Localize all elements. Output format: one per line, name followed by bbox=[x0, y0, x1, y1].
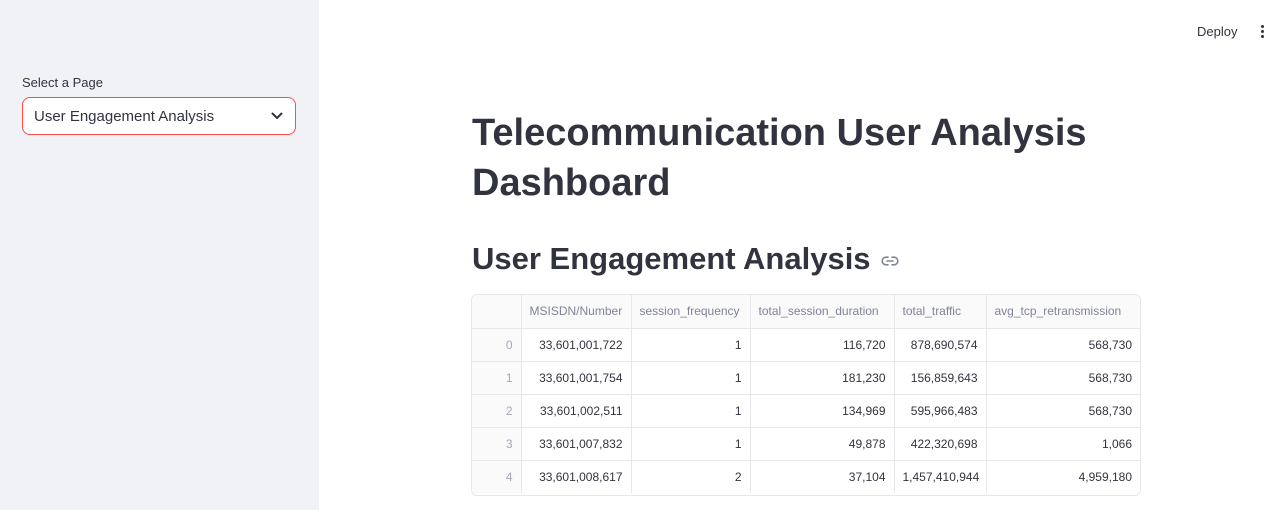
table-cell[interactable]: 33,601,007,832 bbox=[521, 427, 632, 461]
table-cell[interactable]: 2 bbox=[631, 460, 751, 493]
table-cell[interactable]: 1 bbox=[631, 394, 751, 428]
table-cell[interactable]: 568,730 bbox=[986, 361, 1140, 395]
column-header-msisdn[interactable]: MSISDN/Number bbox=[521, 295, 632, 329]
table-row: 2 33,601,002,511 1 134,969 595,966,483 5… bbox=[472, 394, 1140, 428]
page-select-value: User Engagement Analysis bbox=[34, 107, 215, 125]
table-cell[interactable]: 49,878 bbox=[750, 427, 895, 461]
column-header-total-session-duration[interactable]: total_session_duration bbox=[750, 295, 895, 329]
table-cell[interactable]: 568,730 bbox=[986, 328, 1140, 362]
table-cell[interactable]: 1 bbox=[631, 427, 751, 461]
sidebar: Select a Page User Engagement Analysis bbox=[0, 0, 319, 510]
table-row: 4 33,601,008,617 2 37,104 1,457,410,944 … bbox=[472, 460, 1140, 493]
table-cell[interactable]: 1 bbox=[631, 361, 751, 395]
main-menu-icon[interactable] bbox=[1254, 22, 1270, 40]
section-title: User Engagement Analysis bbox=[472, 241, 871, 276]
table-cell[interactable]: 1 bbox=[631, 328, 751, 362]
table-cell[interactable]: 1,066 bbox=[986, 427, 1140, 461]
table-cell[interactable]: 568,730 bbox=[986, 394, 1140, 428]
row-index: 0 bbox=[472, 328, 522, 362]
column-header-total-traffic[interactable]: total_traffic bbox=[894, 295, 987, 329]
table-cell[interactable]: 33,601,002,511 bbox=[521, 394, 632, 428]
table-cell[interactable]: 4,959,180 bbox=[986, 460, 1140, 493]
table-header-row: MSISDN/Number session_frequency total_se… bbox=[472, 295, 1140, 329]
select-page-label: Select a Page bbox=[22, 75, 103, 90]
table-cell[interactable]: 116,720 bbox=[750, 328, 895, 362]
page-title: Telecommunication User Analysis Dashboar… bbox=[472, 112, 1087, 204]
table-cell[interactable]: 156,859,643 bbox=[894, 361, 987, 395]
table-cell[interactable]: 1,457,410,944 bbox=[894, 460, 987, 493]
table-cell[interactable]: 595,966,483 bbox=[894, 394, 987, 428]
table-cell[interactable]: 33,601,001,754 bbox=[521, 361, 632, 395]
table-cell[interactable]: 33,601,001,722 bbox=[521, 328, 632, 362]
chevron-down-icon bbox=[271, 110, 283, 122]
table-cell[interactable]: 878,690,574 bbox=[894, 328, 987, 362]
data-table[interactable]: MSISDN/Number session_frequency total_se… bbox=[471, 294, 1141, 496]
table-row: 0 33,601,001,722 1 116,720 878,690,574 5… bbox=[472, 328, 1140, 362]
deploy-button[interactable]: Deploy bbox=[1190, 20, 1244, 42]
row-index: 4 bbox=[472, 460, 522, 493]
table-row: 1 33,601,001,754 1 181,230 156,859,643 5… bbox=[472, 361, 1140, 395]
section-header: User Engagement Analysis bbox=[472, 238, 899, 280]
table-row: 3 33,601,007,832 1 49,878 422,320,698 1,… bbox=[472, 427, 1140, 461]
column-header-session-frequency[interactable]: session_frequency bbox=[631, 295, 751, 329]
row-index: 2 bbox=[472, 394, 522, 428]
row-index: 1 bbox=[472, 361, 522, 395]
table-cell[interactable]: 134,969 bbox=[750, 394, 895, 428]
table-cell[interactable]: 37,104 bbox=[750, 460, 895, 493]
row-index: 3 bbox=[472, 427, 522, 461]
table-cell[interactable]: 422,320,698 bbox=[894, 427, 987, 461]
page-select[interactable]: User Engagement Analysis bbox=[22, 97, 296, 135]
column-header-avg-tcp-retransmission[interactable]: avg_tcp_retransmission bbox=[986, 295, 1140, 329]
link-icon[interactable] bbox=[880, 256, 899, 266]
column-header-index bbox=[472, 295, 522, 329]
table-cell[interactable]: 33,601,008,617 bbox=[521, 460, 632, 493]
table-cell[interactable]: 181,230 bbox=[750, 361, 895, 395]
